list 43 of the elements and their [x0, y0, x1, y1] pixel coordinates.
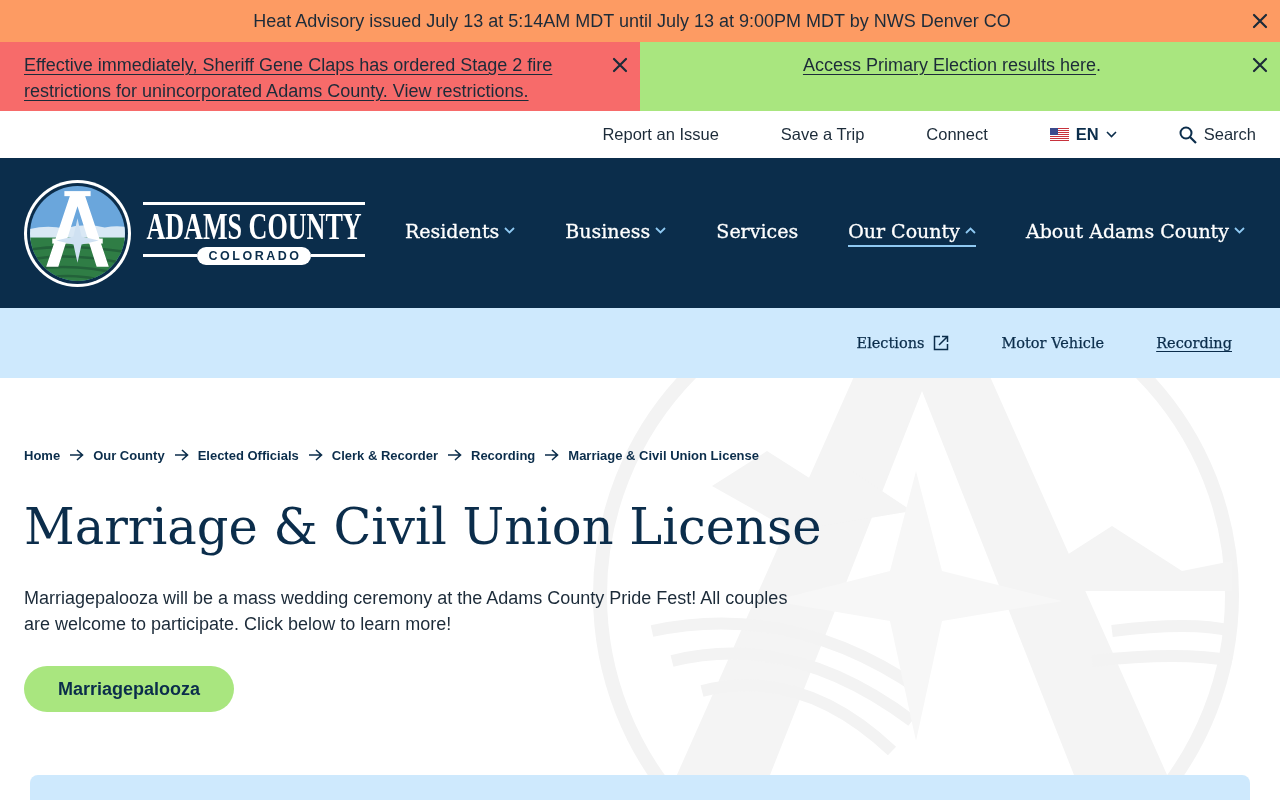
chevron-down-icon — [1105, 131, 1117, 138]
alert-link[interactable]: Access Primary Election results here — [802, 55, 1097, 75]
logo-seal-icon[interactable] — [24, 179, 131, 287]
intro-text: Marriagepalooza will be a mass wedding ceremony at the Adams County Pride Fest! All couples are welcome to participate. Click below to learn more! — [24, 587, 789, 636]
arrow-right-icon — [544, 449, 560, 461]
arrow-right-icon — [447, 449, 462, 461]
subnav-link[interactable]: Recording — [1156, 335, 1232, 351]
language-selector[interactable]: EN — [1049, 125, 1117, 144]
breadcrumb-link[interactable]: Home — [24, 447, 61, 463]
arrow-right-icon — [307, 449, 323, 461]
utility-link[interactable]: Report an Issue — [602, 125, 719, 144]
breadcrumb-link[interactable]: Clerk & Recorder — [331, 447, 438, 463]
nav-link[interactable]: About Adams County — [1025, 219, 1245, 247]
close-button[interactable] — [1252, 13, 1268, 29]
close-button[interactable] — [1252, 57, 1268, 73]
breadcrumb-link[interactable]: Elected Officials — [197, 447, 299, 463]
arrow-right-icon — [173, 449, 189, 461]
event-button[interactable]: Marriagepalooza — [24, 666, 235, 712]
close-icon — [1252, 13, 1268, 29]
close-icon — [1252, 57, 1268, 73]
breadcrumb-link[interactable]: Our County — [93, 447, 165, 463]
arrow-right-icon — [69, 449, 85, 461]
close-button[interactable] — [612, 57, 628, 73]
subnav-link[interactable]: Motor Vehicle — [1001, 335, 1105, 351]
county-name: ADAMS COUNTY — [145, 211, 363, 242]
alert-message: Heat Advisory issued July 13 at 5:14AM MDT until July 13 at 9:00PM MDT by NWS Denver CO — [253, 10, 1011, 33]
search-button[interactable]: Search — [1178, 125, 1256, 144]
subnav-link[interactable]: Elections — [856, 335, 950, 351]
breadcrumb-link[interactable]: Recording — [471, 447, 536, 463]
nav-link[interactable]: Our County — [848, 219, 976, 247]
state-label: COLORADO — [196, 246, 312, 265]
close-icon — [612, 57, 628, 73]
utility-link[interactable]: Connect — [926, 125, 988, 144]
breadcrumb-current: Marriage & Civil Union License — [568, 447, 759, 463]
nav-link[interactable]: Services — [716, 219, 799, 247]
alert-link[interactable]: Effective immediately, Sheriff Gene Claps has ordered Stage 2 fire restrictions for unincorporated Adams County. View restrictions. — [24, 52, 584, 104]
nav-link[interactable]: Business — [565, 219, 667, 247]
alert-message: Access Primary Election results here. — [802, 54, 1102, 77]
nav-link[interactable]: Residents — [404, 219, 516, 247]
utility-link[interactable]: Save a Trip — [780, 125, 865, 144]
search-icon — [1178, 125, 1197, 144]
page-title: Marriage & Civil Union License — [24, 498, 822, 556]
flag-icon — [1049, 128, 1069, 141]
